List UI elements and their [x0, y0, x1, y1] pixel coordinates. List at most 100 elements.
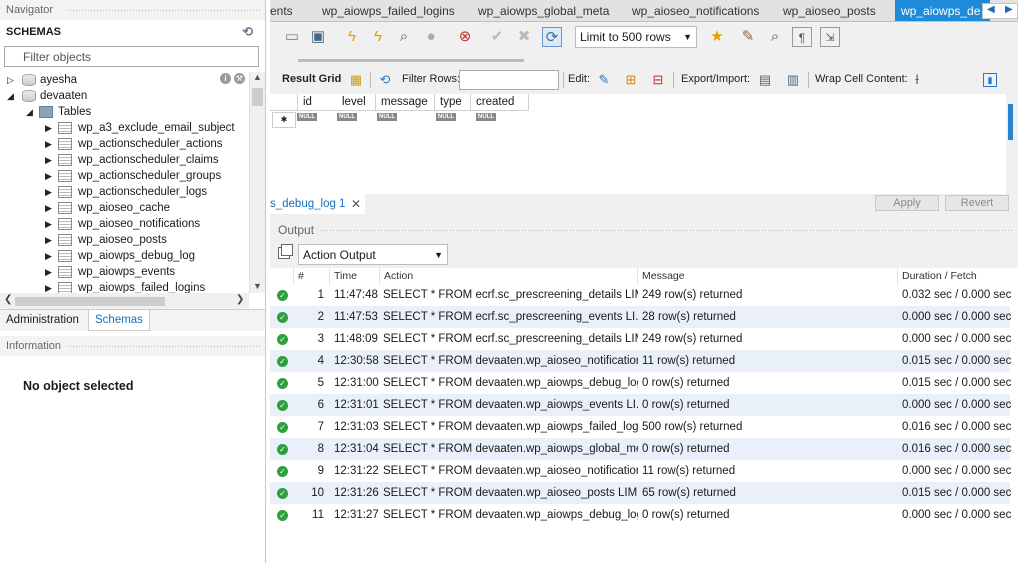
- output-row[interactable]: ✓ 9 12:31:22 SELECT * FROM devaaten.wp_aios…: [270, 460, 1011, 482]
- grid-scroll-thumb[interactable]: [1008, 104, 1013, 140]
- wrench-icon[interactable]: ⚒: [234, 73, 245, 84]
- execute-icon[interactable]: ϟ: [342, 27, 362, 47]
- commit-icon[interactable]: ✔: [487, 27, 507, 47]
- output-row[interactable]: ✓ 11 12:31:27 SELECT * FROM devaaten.wp_aio…: [270, 504, 1011, 526]
- filter-objects-input[interactable]: [4, 46, 259, 67]
- info-icon[interactable]: i: [220, 73, 231, 84]
- limit-rows-select[interactable]: Limit to 500 rows ▼: [575, 26, 697, 48]
- schema-tree[interactable]: ▷ ayesha i ⚒ ◢ devaaten ◢ Tables ▶ wp_a3_exclude_…: [0, 72, 249, 293]
- tree-scroll-thumb[interactable]: [252, 88, 263, 106]
- output-row[interactable]: ✓ 6 12:31:01 SELECT * FROM devaaten.wp_aiow…: [270, 394, 1011, 416]
- expand-icon[interactable]: ▶: [45, 248, 52, 264]
- output-row[interactable]: ✓ 10 12:31:26 SELECT * FROM devaaten.wp_aio…: [270, 482, 1011, 504]
- import-icon[interactable]: ▥: [784, 71, 802, 89]
- tab-schemas[interactable]: Schemas: [88, 310, 150, 331]
- tree-table-item[interactable]: ▶ wp_actionscheduler_logs: [0, 184, 249, 200]
- grid-view-icon[interactable]: ▦: [347, 71, 365, 89]
- column-header[interactable]: message: [376, 94, 435, 111]
- column-header[interactable]: type: [435, 94, 471, 111]
- tree-hscroll-thumb[interactable]: [15, 297, 165, 306]
- expand-icon[interactable]: ▶: [45, 152, 52, 168]
- collapse-icon[interactable]: ◢: [7, 88, 14, 104]
- close-icon[interactable]: ✕: [351, 194, 361, 214]
- scroll-left-icon[interactable]: ❮: [4, 294, 12, 305]
- output-row[interactable]: ✓ 1 11:47:48 SELECT * FROM ecrf.sc_prescree…: [270, 284, 1011, 306]
- find-icon[interactable]: ⌕: [765, 27, 785, 47]
- rollback-icon[interactable]: ✖: [514, 27, 534, 47]
- tree-table-item[interactable]: ▶ wp_actionscheduler_actions: [0, 136, 249, 152]
- scroll-right-icon[interactable]: ❯: [236, 294, 244, 305]
- tree-vertical-scrollbar[interactable]: ▲ ▼: [249, 72, 265, 293]
- column-header[interactable]: id: [298, 94, 341, 111]
- tree-schema-item[interactable]: ◢ devaaten: [0, 88, 249, 104]
- refresh-grid-icon[interactable]: ⟲: [376, 71, 394, 89]
- wrap-lines-icon[interactable]: ⇲: [820, 27, 840, 47]
- expand-icon[interactable]: ▶: [45, 136, 52, 152]
- tree-table-item[interactable]: ▶ wp_actionscheduler_groups: [0, 168, 249, 184]
- tree-table-item[interactable]: ▶ wp_aiowps_failed_logins: [0, 280, 249, 293]
- duration-header[interactable]: Duration / Fetch: [898, 268, 1010, 285]
- execute-current-icon[interactable]: ϟ: [368, 27, 388, 47]
- result-grid[interactable]: id level message type created ✱ NULL NUL…: [270, 94, 1006, 194]
- result-tab[interactable]: s_debug_log 1 ✕: [270, 194, 365, 214]
- apply-button[interactable]: Apply: [875, 195, 939, 211]
- output-row[interactable]: ✓ 4 12:30:58 SELECT * FROM devaaten.wp_aios…: [270, 350, 1011, 372]
- add-snippet-icon[interactable]: ★: [707, 27, 727, 47]
- tree-table-item[interactable]: ▶ wp_a3_exclude_email_subject: [0, 120, 249, 136]
- tree-table-item[interactable]: ▶ wp_actionscheduler_claims: [0, 152, 249, 168]
- output-row[interactable]: ✓ 7 12:31:03 SELECT * FROM devaaten.wp_aiow…: [270, 416, 1011, 438]
- editor-tab[interactable]: wp_aioseo_posts: [783, 0, 876, 21]
- filter-rows-input[interactable]: [459, 70, 559, 90]
- output-row[interactable]: ✓ 3 11:48:09 SELECT * FROM ecrf.sc_prescree…: [270, 328, 1011, 350]
- message-header[interactable]: Message: [638, 268, 898, 285]
- save-icon[interactable]: ▣: [308, 27, 328, 47]
- null-cell[interactable]: NULL: [337, 113, 357, 121]
- action-header[interactable]: Action: [380, 268, 638, 285]
- output-type-select[interactable]: Action Output ▼: [298, 244, 448, 265]
- tab-administration[interactable]: Administration: [0, 310, 85, 331]
- toggle-side-panel-icon[interactable]: ▮: [983, 73, 997, 87]
- expand-icon[interactable]: ▷: [7, 72, 14, 88]
- expand-icon[interactable]: ▶: [45, 120, 52, 136]
- null-cell[interactable]: NULL: [476, 113, 496, 121]
- null-cell[interactable]: NULL: [297, 113, 317, 121]
- expand-icon[interactable]: ▶: [45, 280, 52, 293]
- collapse-icon[interactable]: ◢: [26, 104, 33, 120]
- export-icon[interactable]: ▤: [756, 71, 774, 89]
- tree-table-item[interactable]: ▶ wp_aioseo_notifications: [0, 216, 249, 232]
- time-header[interactable]: Time: [330, 268, 380, 285]
- editor-tab[interactable]: ents: [270, 0, 293, 21]
- editor-tab[interactable]: wp_aioseo_notifications: [632, 0, 759, 21]
- edit-row-icon[interactable]: ✎: [595, 71, 613, 89]
- output-row[interactable]: ✓ 5 12:31:00 SELECT * FROM devaaten.wp_aiow…: [270, 372, 1011, 394]
- delete-row-icon[interactable]: ⊟: [649, 71, 667, 89]
- refresh-icon[interactable]: ⟲: [242, 20, 253, 44]
- tree-folder-item[interactable]: ◢ Tables: [0, 104, 249, 120]
- expand-icon[interactable]: ▶: [45, 184, 52, 200]
- expand-icon[interactable]: ▶: [45, 200, 52, 216]
- tab-prev-icon[interactable]: ◀: [987, 4, 995, 15]
- tree-table-item[interactable]: ▶ wp_aiowps_events: [0, 264, 249, 280]
- copy-icon[interactable]: [278, 244, 293, 259]
- editor-tab[interactable]: wp_aiowps_failed_logins: [322, 0, 455, 21]
- tree-table-item[interactable]: ▶ wp_aioseo_posts: [0, 232, 249, 248]
- output-row[interactable]: ✓ 2 11:47:53 SELECT * FROM ecrf.sc_prescree…: [270, 306, 1011, 328]
- stop-icon[interactable]: ●: [421, 27, 441, 47]
- open-file-icon[interactable]: ▭: [282, 27, 302, 47]
- result-grid-label[interactable]: Result Grid: [282, 73, 341, 85]
- beautify-icon[interactable]: ✎: [738, 27, 758, 47]
- scroll-down-icon[interactable]: ▼: [253, 281, 262, 291]
- expand-icon[interactable]: ▶: [45, 168, 52, 184]
- new-row-marker-icon[interactable]: ✱: [272, 112, 296, 128]
- tree-schema-item[interactable]: ▷ ayesha i ⚒: [0, 72, 249, 88]
- tree-horizontal-scrollbar[interactable]: ❮ ❯: [0, 293, 249, 309]
- grid-scrollbar[interactable]: [1006, 94, 1018, 194]
- null-cell[interactable]: NULL: [377, 113, 397, 121]
- invisible-chars-icon[interactable]: ¶: [792, 27, 812, 47]
- toolbar-scroll-thumb[interactable]: [298, 59, 524, 62]
- autocommit-icon[interactable]: ⟳: [542, 27, 562, 47]
- editor-tab[interactable]: wp_aiowps_global_meta: [478, 0, 609, 21]
- expand-icon[interactable]: ▶: [45, 232, 52, 248]
- toggle-error-icon[interactable]: ⊗: [455, 27, 475, 47]
- tree-table-item[interactable]: ▶ wp_aioseo_cache: [0, 200, 249, 216]
